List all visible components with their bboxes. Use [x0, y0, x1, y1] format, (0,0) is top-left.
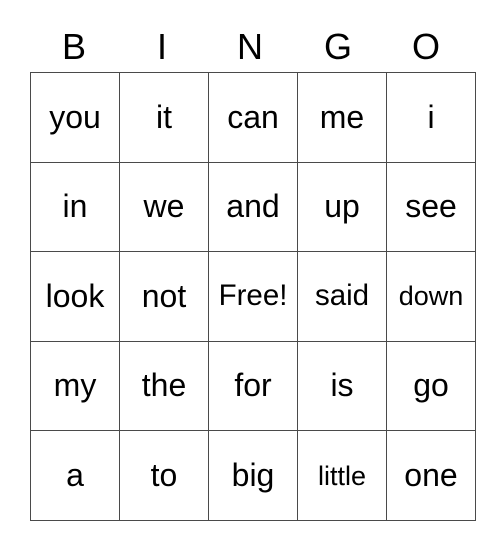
bingo-cell[interactable]: one: [386, 430, 476, 521]
bingo-grid-body: you it can me i in we and up see look not Free! said d…: [30, 72, 476, 521]
bingo-cell[interactable]: you: [30, 72, 120, 163]
bingo-cell-label: one: [404, 456, 458, 493]
bingo-cell[interactable]: my: [30, 340, 120, 432]
bingo-card: B I N G O you it can me i in we and up see look not…: [0, 0, 500, 544]
bingo-cell-label: not: [141, 277, 187, 314]
bingo-cell-label: is: [330, 367, 354, 404]
bingo-free-space-cell[interactable]: Free!: [208, 251, 298, 342]
bingo-cell[interactable]: can: [208, 72, 298, 163]
bingo-cell-label: up: [324, 188, 360, 225]
bingo-cell[interactable]: to: [119, 430, 209, 521]
bingo-cell[interactable]: is: [297, 340, 387, 432]
bingo-cell-label: Free!: [218, 279, 288, 312]
bingo-cell-label: it: [156, 98, 172, 135]
bingo-grid: you it can me i in we and up see look not Free! said d…: [30, 72, 476, 521]
bingo-row: my the for is go: [30, 340, 476, 432]
bingo-cell-label: big: [231, 456, 275, 493]
bingo-cell-label: go: [413, 367, 449, 404]
bingo-cell-label: see: [405, 188, 457, 225]
bingo-row: a to big little one: [30, 430, 476, 521]
bingo-cell[interactable]: big: [208, 430, 298, 521]
bingo-cell-label: a: [66, 456, 84, 493]
bingo-cell[interactable]: said: [297, 251, 387, 342]
bingo-header-letter-n: N: [237, 26, 263, 67]
bingo-cell[interactable]: the: [119, 340, 209, 432]
bingo-cell-label: me: [319, 98, 365, 135]
bingo-cell-label: for: [234, 367, 272, 404]
bingo-header-letter-b: B: [61, 26, 86, 67]
bingo-cell-label: said: [314, 279, 370, 312]
bingo-cell-label: my: [53, 367, 97, 404]
bingo-cell-label: in: [62, 188, 88, 225]
bingo-cell[interactable]: in: [30, 161, 120, 253]
bingo-cell[interactable]: up: [297, 161, 387, 253]
bingo-cell[interactable]: we: [119, 161, 209, 253]
bingo-cell[interactable]: look: [30, 251, 120, 342]
bingo-cell-label: we: [143, 188, 185, 225]
bingo-header-letter-i: I: [156, 26, 167, 67]
bingo-header-letter-o: O: [411, 26, 440, 67]
bingo-cell-label: down: [398, 281, 464, 312]
bingo-cell[interactable]: go: [386, 340, 476, 432]
bingo-cell-label: you: [49, 98, 101, 135]
bingo-row: in we and up see: [30, 161, 476, 253]
bingo-header-letter-g: G: [323, 26, 352, 67]
bingo-row: you it can me i: [30, 72, 476, 163]
bingo-row: look not Free! said down: [30, 251, 476, 342]
bingo-cell-label: little: [317, 460, 366, 491]
bingo-cell[interactable]: and: [208, 161, 298, 253]
bingo-cell[interactable]: i: [386, 72, 476, 163]
bingo-cell-label: i: [427, 98, 435, 135]
bingo-cell-label: to: [150, 456, 178, 493]
bingo-cell[interactable]: see: [386, 161, 476, 253]
bingo-cell-label: can: [227, 98, 279, 135]
bingo-cell[interactable]: down: [386, 251, 476, 342]
bingo-cell-label: look: [45, 277, 105, 314]
bingo-cell-label: and: [226, 188, 280, 225]
bingo-cell[interactable]: little: [297, 430, 387, 521]
bingo-cell[interactable]: me: [297, 72, 387, 163]
bingo-cell[interactable]: for: [208, 340, 298, 432]
bingo-cell[interactable]: not: [119, 251, 209, 342]
bingo-cell[interactable]: a: [30, 430, 120, 521]
bingo-cell-label: the: [141, 367, 187, 404]
bingo-header-row: B I N G O: [30, 22, 470, 72]
bingo-cell[interactable]: it: [119, 72, 209, 163]
